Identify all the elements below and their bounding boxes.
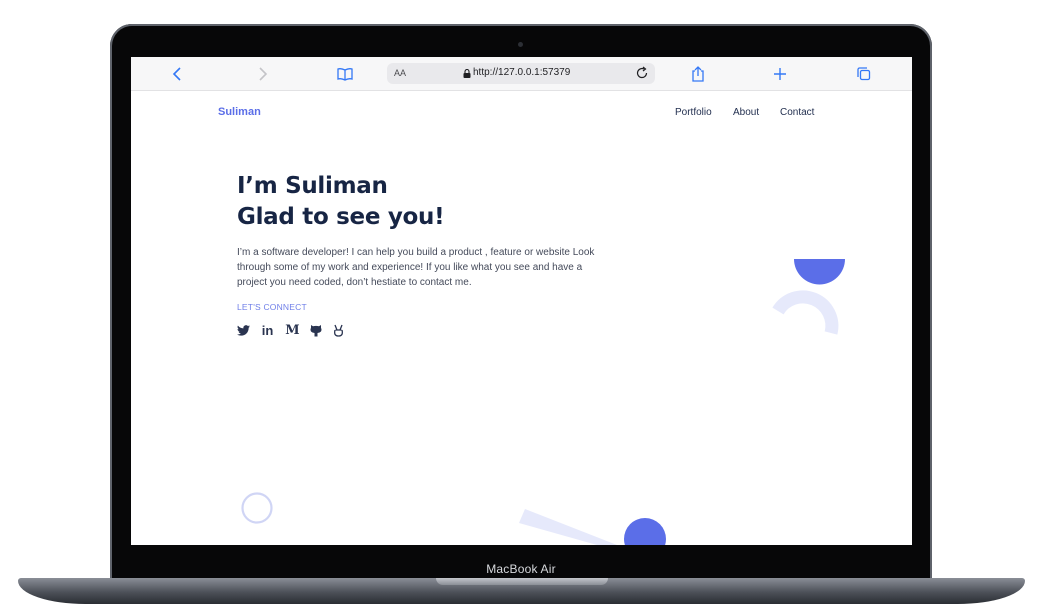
lock-icon [463, 69, 471, 78]
address-bar[interactable]: AA http://127.0.0.1:57379 [387, 63, 655, 84]
browser-toolbar: AA http://127.0.0.1:57379 [131, 57, 912, 91]
nav-contact[interactable]: Contact [780, 107, 814, 118]
reload-icon[interactable] [635, 66, 649, 80]
model-label: MacBook Air [486, 562, 556, 576]
lets-connect-label: LET'S CONNECT [237, 302, 307, 312]
tabs-icon[interactable] [855, 65, 873, 83]
url-text[interactable]: http://127.0.0.1:57379 [473, 67, 570, 78]
site-logo[interactable]: Suliman [218, 106, 261, 118]
camera [518, 42, 523, 47]
bookmarks-icon[interactable] [336, 65, 354, 83]
decor-bar-and-circle [519, 509, 666, 545]
share-icon[interactable] [689, 65, 707, 83]
decor-semicircles [772, 259, 845, 335]
linkedin-icon[interactable]: in [260, 323, 275, 338]
text-size-button[interactable]: AA [394, 68, 406, 78]
forward-icon[interactable] [253, 65, 271, 83]
back-icon[interactable] [169, 65, 187, 83]
browser-window: AA http://127.0.0.1:57379 Suliman Portfo… [131, 57, 912, 545]
hero-headline-line1: I’m Suliman [237, 173, 388, 199]
nav-about[interactable]: About [733, 107, 759, 118]
new-tab-icon[interactable] [771, 65, 789, 83]
laptop-notch [436, 578, 608, 585]
hero-intro: I’m a software developer! I can help you… [237, 247, 595, 288]
hero-headline-line2: Glad to see you! [237, 204, 445, 230]
twitter-icon[interactable] [236, 323, 251, 338]
github-icon[interactable] [308, 323, 323, 338]
medium-icon[interactable]: M [285, 323, 300, 338]
hackerrank-icon[interactable] [331, 323, 346, 338]
decor-ring [241, 492, 273, 524]
nav-portfolio[interactable]: Portfolio [675, 107, 712, 118]
